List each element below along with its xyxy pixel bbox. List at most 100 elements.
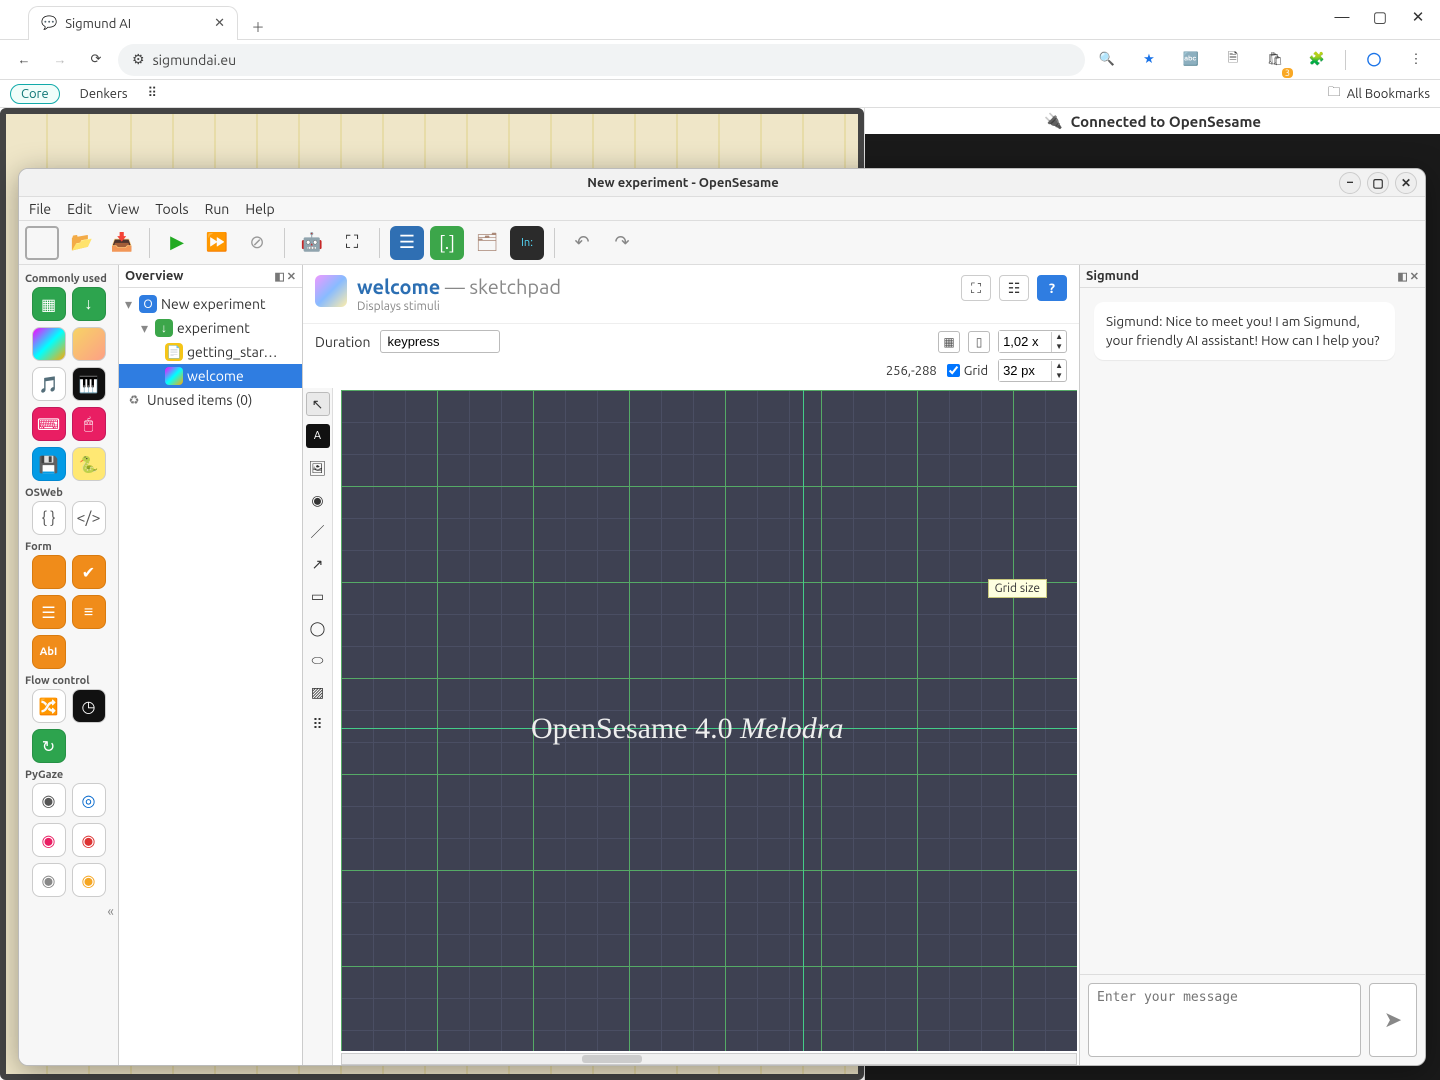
palette-pygaze-log-icon[interactable]: ◉ [32,823,66,857]
toolbar-redo-icon[interactable]: ↷ [605,226,639,260]
window-maximize-icon[interactable]: ▢ [1370,8,1390,26]
tree-item-welcome[interactable]: welcome [119,364,302,388]
toolbar-filepool-icon[interactable]: 🗂 [470,226,504,260]
panel-float-icon[interactable]: ◧ [274,270,284,283]
sketchpad-canvas[interactable]: OpenSesame 4.0 Melodra [341,390,1077,1051]
help-icon[interactable]: ? [1037,275,1067,301]
view-controls-icon[interactable]: ⛶ [961,275,991,301]
toolbar-new-icon[interactable] [25,226,59,260]
nav-back-icon[interactable]: ← [10,46,38,74]
toolbar-console-icon[interactable]: In: [510,226,544,260]
zoom-spinner[interactable]: ▲▼ [998,330,1067,353]
toolbar-run-fast-icon[interactable]: ⏩ [200,226,234,260]
os-close-icon[interactable]: ✕ [1395,172,1417,194]
site-settings-icon[interactable]: ⚙ [132,51,145,68]
palette-advanced-delay-icon[interactable]: ◷ [72,689,106,723]
tool-text-icon[interactable]: A [306,424,330,448]
palette-mouse-icon[interactable]: 🖱 [72,407,106,441]
canvas-horizontal-scrollbar[interactable] [341,1053,1077,1065]
panel-close-icon[interactable]: ✕ [1410,270,1419,283]
toolbar-run-icon[interactable]: ▶ [160,226,194,260]
apps-grid-icon[interactable]: ⠿ [148,86,156,101]
translate-icon[interactable]: 🔤 [1177,46,1205,74]
panel-float-icon[interactable]: ◧ [1397,270,1407,283]
palette-repeat-cycle-icon[interactable]: ↻ [32,729,66,763]
bookmark-denkers[interactable]: Denkers [70,85,138,103]
actual-size-icon[interactable]: ▯ [968,331,990,353]
palette-loop-icon[interactable]: ▦ [32,287,66,321]
star-icon[interactable]: ★ [1135,46,1163,74]
menu-view[interactable]: View [108,201,139,217]
grid-down-icon[interactable]: ▼ [1051,371,1066,381]
sigmund-chat-log[interactable]: Sigmund: Nice to meet you! I am Sigmund,… [1080,288,1425,974]
item-name[interactable]: welcome [357,275,440,298]
address-bar[interactable]: ⚙ sigmundai.eu [118,44,1085,76]
fit-screen-icon[interactable]: ▦ [938,331,960,353]
tool-select-icon[interactable]: ↖ [306,392,330,416]
os-minimize-icon[interactable]: – [1339,172,1361,194]
palette-coroutines-icon[interactable]: 🔀 [32,689,66,723]
extensions-icon[interactable]: 🧩 [1303,46,1331,74]
menu-help[interactable]: Help [245,201,274,217]
tree-unused[interactable]: ♻ Unused items (0) [119,388,302,412]
panel-close-icon[interactable]: ✕ [287,270,296,283]
tool-image-icon[interactable]: 🖼 [306,456,330,480]
tree-item-getting-started[interactable]: 📄 getting_star… [119,340,302,364]
palette-form-text-display-icon[interactable]: ≡ [72,595,106,629]
tab-close-icon[interactable]: ✕ [214,16,225,31]
tool-ellipse-icon[interactable]: ⬭ [306,648,330,672]
kebab-menu-icon[interactable]: ⋮ [1402,46,1430,74]
sigmund-input[interactable] [1088,983,1361,1057]
window-close-icon[interactable]: ✕ [1408,8,1428,26]
palette-inline-js-icon[interactable]: { } [32,501,66,535]
new-tab-button[interactable]: ＋ [244,12,272,40]
palette-form-base-icon[interactable] [32,555,66,589]
tree-twisty-icon[interactable]: ▾ [125,296,135,313]
window-minimize-icon[interactable]: — [1332,8,1352,25]
palette-feedback-icon[interactable] [72,327,106,361]
menu-tools[interactable]: Tools [155,201,188,217]
browser-tab[interactable]: 💬 Sigmund AI ✕ [28,6,238,40]
zoom-down-icon[interactable]: ▼ [1051,342,1066,352]
toolbar-fullscreen-icon[interactable]: ⛶ [335,226,369,260]
toolbar-variables-icon[interactable]: [.] [430,226,464,260]
tool-line-icon[interactable]: ／ [306,520,330,544]
palette-inline-html-icon[interactable]: </> [72,501,106,535]
palette-pygaze-init-icon[interactable]: ◉ [32,783,66,817]
palette-collapse-icon[interactable]: « [23,903,114,919]
tool-circle-icon[interactable]: ◯ [306,616,330,640]
duration-input[interactable] [380,330,500,353]
reader-icon[interactable]: 🗎 [1219,46,1247,74]
tool-fixdot-icon[interactable]: ◉ [306,488,330,512]
overview-tree[interactable]: ▾ O New experiment ▾ ↓ experiment 📄 gett… [119,288,302,1065]
os-titlebar[interactable]: New experiment - OpenSesame – ▢ ✕ [19,169,1425,197]
os-maximize-icon[interactable]: ▢ [1367,172,1389,194]
grid-checkbox[interactable] [947,364,960,377]
grid-size-input[interactable] [999,360,1051,381]
toolbar-sigmund-icon[interactable]: 🤖 [295,226,329,260]
sigmund-send-button[interactable]: ➤ [1369,983,1417,1057]
tree-sequence[interactable]: ▾ ↓ experiment [119,316,302,340]
toolbar-stop-icon[interactable]: ⊘ [240,226,274,260]
tree-root[interactable]: ▾ O New experiment [119,292,302,316]
tool-gabor-icon[interactable]: ▨ [306,680,330,704]
palette-logger-icon[interactable]: 💾 [32,447,66,481]
tool-rect-icon[interactable]: ▭ [306,584,330,608]
tree-twisty-icon[interactable]: ▾ [141,320,151,337]
palette-sketchpad-icon[interactable] [32,327,66,361]
extension-shopping-icon[interactable]: 🛍3 [1261,46,1289,74]
toolbar-undo-icon[interactable]: ↶ [565,226,599,260]
zoom-up-icon[interactable]: ▲ [1051,332,1066,342]
palette-pygaze-wait-icon[interactable]: ◉ [72,863,106,897]
palette-form-text-input-icon[interactable]: AbI [32,635,66,669]
grid-size-spinner[interactable]: ▲▼ [998,359,1067,382]
bookmark-core[interactable]: Core [10,84,60,104]
palette-form-mc-icon[interactable]: ☰ [32,595,66,629]
menu-edit[interactable]: Edit [67,201,92,217]
palette-inline-script-icon[interactable]: 🐍 [72,447,106,481]
menu-file[interactable]: File [29,201,51,217]
scrollbar-thumb[interactable] [582,1055,642,1063]
zoom-icon[interactable]: 🔍 [1093,46,1121,74]
palette-pygaze-stop-icon[interactable]: ◉ [32,863,66,897]
canvas-text-element[interactable]: OpenSesame 4.0 Melodra [531,712,843,746]
